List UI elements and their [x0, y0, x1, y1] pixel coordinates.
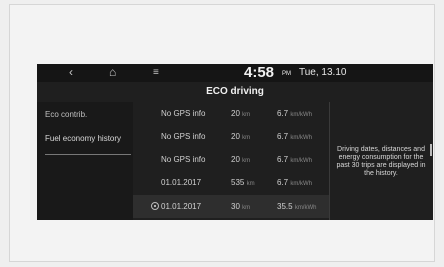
table-row[interactable]: No GPS info 20 km 6.7 km/kWh [133, 125, 329, 148]
infotainment-screen: ‹ ⌂ ≡ 4:58 PM Tue, 13.10 ECO driving Eco… [37, 64, 433, 220]
page-title: ECO driving [206, 86, 264, 97]
trip-name: No GPS info [161, 155, 206, 164]
efficiency-unit: km/kWh [294, 205, 317, 211]
trip-efficiency: 35.5 [277, 202, 293, 211]
scrollbar[interactable] [430, 144, 432, 156]
table-row[interactable]: No GPS info 20 km 6.7 km/kWh [133, 102, 329, 125]
table-row-selected[interactable]: 01.01.2017 30 km 35.5 km/kWh [133, 195, 329, 218]
table-row[interactable]: 01.01.2017 535 km 6.7 km/kWh [133, 171, 329, 194]
efficiency-unit: km/kWh [290, 158, 313, 164]
trip-efficiency: 6.7 [277, 155, 289, 164]
distance-unit: km [246, 181, 255, 187]
trip-name: No GPS info [161, 132, 206, 141]
trip-distance: 535 [231, 178, 245, 187]
efficiency-unit: km/kWh [290, 135, 313, 141]
trip-efficiency: 6.7 [277, 132, 289, 141]
trip-distance: 20 [231, 132, 240, 141]
sidebar: Eco contrib. Fuel economy history [37, 102, 133, 220]
radio-selected-icon[interactable] [151, 202, 159, 210]
clock-ampm: PM [282, 71, 291, 77]
trip-distance: 30 [231, 202, 240, 211]
distance-unit: km [242, 112, 251, 118]
distance-unit: km [242, 205, 251, 211]
trip-efficiency: 6.7 [277, 109, 289, 118]
sidebar-item-fuel-economy-history[interactable]: Fuel economy history [37, 134, 133, 164]
panel-divider [329, 102, 330, 220]
trip-name: 01.01.2017 [161, 202, 202, 211]
trip-name: No GPS info [161, 109, 206, 118]
home-icon[interactable]: ⌂ [109, 65, 116, 79]
status-bar: ‹ ⌂ ≡ 4:58 PM Tue, 13.10 [37, 64, 433, 82]
trip-distance: 20 [231, 109, 240, 118]
distance-unit: km [242, 135, 251, 141]
history-info-text: Driving dates, distances and energy cons… [336, 146, 426, 177]
distance-unit: km [242, 158, 251, 164]
back-arrow-icon[interactable]: ‹ [69, 65, 73, 79]
status-date: Tue, 13.10 [299, 67, 347, 78]
efficiency-unit: km/kWh [290, 112, 313, 118]
trip-distance: 20 [231, 155, 240, 164]
sidebar-selection-underline [45, 154, 131, 155]
trip-efficiency: 6.7 [277, 178, 289, 187]
trip-list: No GPS info 20 km 6.7 km/kWh No GPS info… [133, 102, 329, 220]
clock-time: 4:58 [244, 64, 275, 81]
table-row[interactable]: No GPS info 20 km 6.7 km/kWh [133, 148, 329, 171]
trip-name: 01.01.2017 [161, 178, 202, 187]
efficiency-unit: km/kWh [290, 181, 313, 187]
menu-icon[interactable]: ≡ [153, 67, 159, 78]
